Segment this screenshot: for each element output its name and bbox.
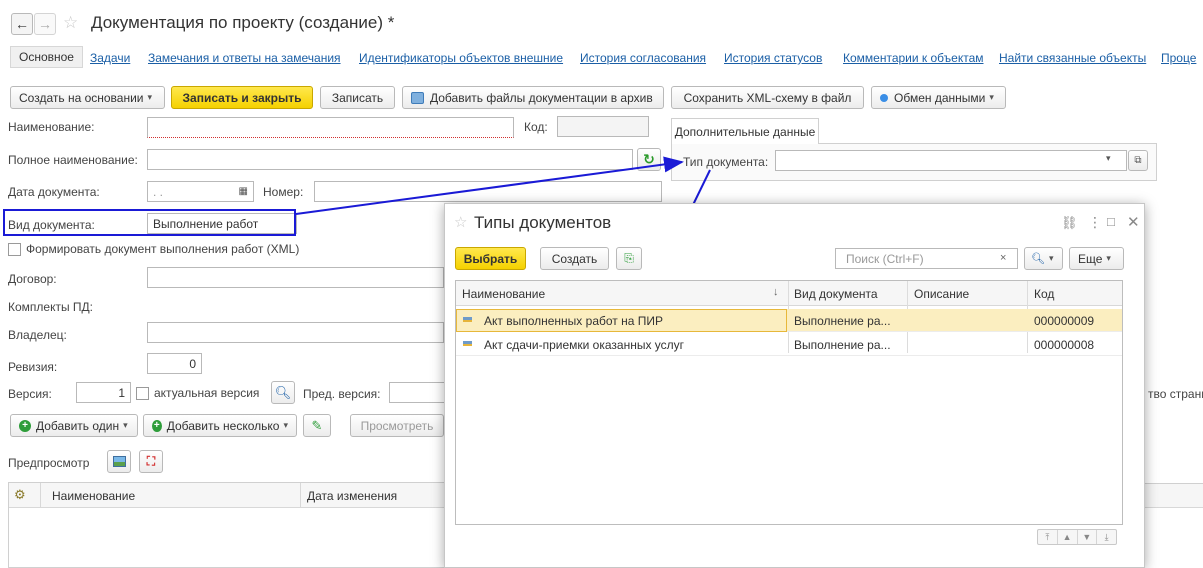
dialog-title: Типы документов <box>474 213 612 232</box>
more-button[interactable]: Еще ▾ <box>1069 247 1124 270</box>
row-name: Акт выполненных работ на ПИР <box>484 313 663 328</box>
more-menu-icon[interactable]: ⋮ <box>1088 214 1102 231</box>
create-button[interactable]: Создать <box>540 247 609 270</box>
first-page-icon[interactable]: ⤒ <box>1038 530 1058 544</box>
clear-search-icon[interactable]: × <box>1000 252 1006 264</box>
row-kind: Выполнение ра... <box>794 313 891 328</box>
search-button[interactable]: 🔍︎ ▾ <box>1024 247 1063 270</box>
col-header-kind[interactable]: Вид документа <box>788 283 898 305</box>
maximize-icon[interactable]: □ <box>1107 214 1115 229</box>
more-label: Еще <box>1078 251 1103 266</box>
document-types-dialog: ☆ Типы документов ⛓ ⋮ □ ✕ Выбрать Создат… <box>444 203 1145 568</box>
copy-icon[interactable]: ⎘ <box>616 247 642 270</box>
sort-arrow-icon: ↓ <box>773 286 779 298</box>
col-header-code[interactable]: Код <box>1028 283 1118 305</box>
last-page-icon[interactable]: ⤓ <box>1097 530 1116 544</box>
row-code: 000000008 <box>1034 337 1095 352</box>
row-kind: Выполнение ра... <box>794 337 891 352</box>
next-page-icon[interactable]: ▼ <box>1078 530 1098 544</box>
row-name: Акт сдачи-приемки оказанных услуг <box>484 337 685 352</box>
close-icon[interactable]: ✕ <box>1127 213 1140 231</box>
grid-nav: ⤒ ▲ ▼ ⤓ <box>1037 529 1117 545</box>
search-input[interactable]: Поиск (Ctrl+F) <box>835 248 1018 269</box>
row-description <box>908 309 914 332</box>
select-button[interactable]: Выбрать <box>455 247 526 270</box>
chevron-down-icon: ▾ <box>1106 253 1111 263</box>
catalog-item-icon <box>463 317 472 322</box>
chevron-down-icon: ▾ <box>1048 253 1054 263</box>
row-code: 000000009 <box>1034 313 1095 328</box>
col-header-description[interactable]: Описание <box>908 283 1018 305</box>
dialog-star-icon[interactable]: ☆ <box>454 213 467 231</box>
col-header-name[interactable]: Наименование <box>456 283 776 305</box>
row-description <box>908 333 914 356</box>
catalog-item-icon <box>463 341 472 346</box>
search-icon: 🔍︎ <box>1031 253 1045 265</box>
link-icon[interactable]: ⛓ <box>1061 215 1078 231</box>
prev-page-icon[interactable]: ▲ <box>1058 530 1078 544</box>
